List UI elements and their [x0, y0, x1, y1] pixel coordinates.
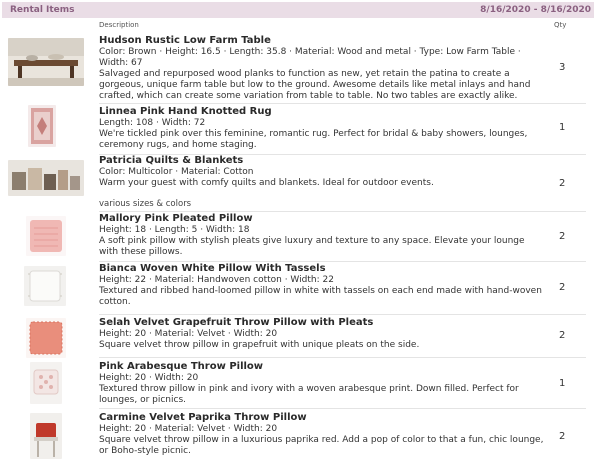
item-qty: 2	[559, 431, 566, 442]
quilts-icon	[8, 160, 84, 196]
item-specs: Height: 18 · Length: 5 · Width: 18	[99, 225, 250, 235]
item-name: Carmine Velvet Paprika Throw Pillow	[99, 412, 307, 423]
item-qty: 1	[559, 122, 566, 133]
white-pillow-icon	[24, 266, 66, 306]
row-divider	[99, 408, 586, 409]
item-description: Warm your guest with comfy quilts and bl…	[99, 178, 434, 188]
item-specs: Color: Multicolor · Material: Cotton	[99, 167, 254, 177]
item-note: various sizes & colors	[99, 199, 192, 209]
item-qty: 3	[559, 62, 566, 73]
row-divider	[99, 103, 586, 104]
item-description: Square velvet throw pillow in a luxuriou…	[99, 435, 544, 456]
rental-items-header: Rental Items 8/16/2020 - 8/16/2020	[2, 2, 594, 18]
item-description: Square velvet throw pillow in grapefruit…	[99, 340, 420, 350]
item-name: Patricia Quilts & Blankets	[99, 155, 244, 166]
item-specs: Length: 108 · Width: 72	[99, 118, 206, 128]
row-divider	[99, 211, 586, 212]
item-name: Linnea Pink Hand Knotted Rug	[99, 106, 272, 117]
rug-icon	[28, 105, 56, 147]
item-qty: 2	[559, 282, 566, 293]
row-divider	[99, 357, 586, 358]
column-header-description: Description	[99, 21, 139, 29]
grapefruit-pillow-icon	[26, 318, 66, 358]
column-header-qty: Qty	[554, 21, 567, 29]
section-title: Rental Items	[10, 5, 75, 15]
item-specs: Height: 20 · Material: Velvet · Width: 2…	[99, 329, 278, 339]
item-name: Mallory Pink Pleated Pillow	[99, 213, 253, 224]
date-range: 8/16/2020 - 8/16/2020	[480, 5, 591, 15]
item-name: Bianca Woven White Pillow With Tassels	[99, 263, 326, 274]
item-specs: Height: 20 · Material: Velvet · Width: 2…	[99, 424, 278, 434]
paprika-pillow-icon	[30, 413, 62, 459]
item-description: A soft pink pillow with stylish pleats g…	[99, 236, 525, 257]
row-divider	[99, 261, 586, 262]
item-name: Hudson Rustic Low Farm Table	[99, 35, 271, 46]
item-specs: Color: Brown · Height: 16.5 · Length: 35…	[99, 47, 521, 68]
item-qty: 2	[559, 178, 566, 189]
item-description: We're tickled pink over this feminine, r…	[99, 129, 528, 150]
item-name: Selah Velvet Grapefruit Throw Pillow wit…	[99, 317, 374, 328]
item-description: Textured throw pillow in pink and ivory …	[99, 384, 519, 405]
item-qty: 2	[559, 231, 566, 242]
arabesque-pillow-icon	[30, 362, 62, 404]
row-divider	[99, 314, 586, 315]
farm-table-icon	[8, 38, 84, 86]
item-description: Salvaged and repurposed wood planks to f…	[99, 69, 531, 101]
item-qty: 2	[559, 330, 566, 341]
item-name: Pink Arabesque Throw Pillow	[99, 361, 264, 372]
item-specs: Height: 20 · Width: 20	[99, 373, 199, 383]
item-qty: 1	[559, 378, 566, 389]
item-specs: Height: 22 · Material: Handwoven cotton …	[99, 275, 334, 285]
pink-pillow-icon	[26, 216, 66, 256]
item-description: Textured and ribbed hand-loomed pillow i…	[99, 286, 542, 307]
